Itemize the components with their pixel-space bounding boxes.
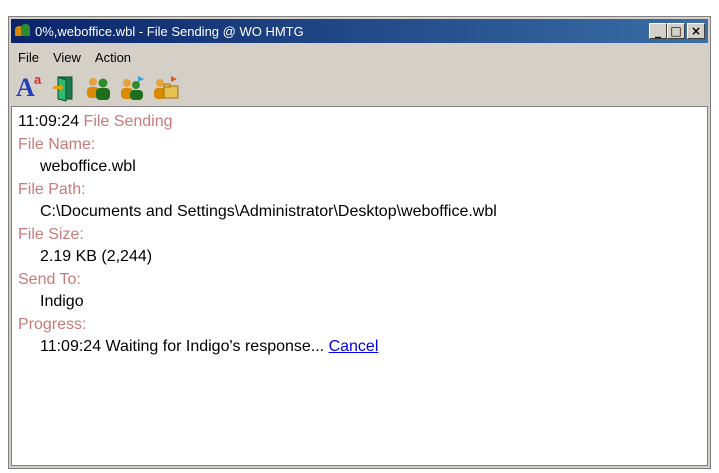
minimize-icon: _ [655,24,661,38]
font-button[interactable]: A a [15,73,45,103]
close-icon: × [690,24,702,38]
cancel-link[interactable]: Cancel [329,338,379,355]
file-name-label: File Name: [18,135,96,153]
users-folder-icon [154,76,179,99]
log-header: 11:09:24 File Sending [18,111,701,134]
window-title: 0%,weboffice.wbl - File Sending @ WO HMT… [35,23,304,39]
log-panel: 11:09:24 File Sending File Name: weboffi… [11,106,708,466]
menu-file[interactable]: File [11,50,46,65]
menu-bar: File View Action [11,47,138,67]
maximize-icon: □ [670,24,682,38]
font-icon: A a [15,73,45,103]
users-icon [87,78,110,100]
app-users-icon [15,23,31,39]
users-button[interactable] [83,73,113,103]
send-to-label: Send To: [18,270,81,288]
toolbar: A a [15,72,181,104]
minimize-button[interactable]: _ [649,23,667,39]
progress-label: Progress: [18,315,87,333]
menu-action[interactable]: Action [88,50,138,65]
progress-status: Waiting for Indigo's response... [105,338,325,355]
send-to-value: Indigo [40,293,84,310]
file-size-label: File Size: [18,225,84,243]
close-button[interactable]: × [687,23,705,39]
users-arrow-icon [121,76,144,100]
users-folder-button[interactable] [151,73,181,103]
exit-button[interactable] [49,73,79,103]
font-icon-large-a: A [16,73,35,102]
progress-time: 11:09:24 [40,338,102,355]
users-transfer-button[interactable] [117,73,147,103]
font-icon-small-a: a [34,72,42,87]
menu-view[interactable]: View [46,50,88,65]
file-sending-window: 0%,weboffice.wbl - File Sending @ WO HMT… [8,16,711,469]
file-name-value: weboffice.wbl [40,158,136,175]
maximize-button[interactable]: □ [667,23,685,39]
progress-line: 11:09:24 Waiting for Indigo's response..… [18,336,701,359]
window-controls: _ □ × [649,23,705,39]
file-path-label: File Path: [18,180,86,198]
file-size-value: 2.19 KB (2,244) [40,248,153,265]
file-path-value: C:\Documents and Settings\Administrator\… [40,203,497,220]
door-exit-icon [53,76,73,102]
header-label: File Sending [83,113,173,130]
title-bar[interactable]: 0%,weboffice.wbl - File Sending @ WO HMT… [11,19,708,43]
header-time: 11:09:24 [18,113,80,130]
